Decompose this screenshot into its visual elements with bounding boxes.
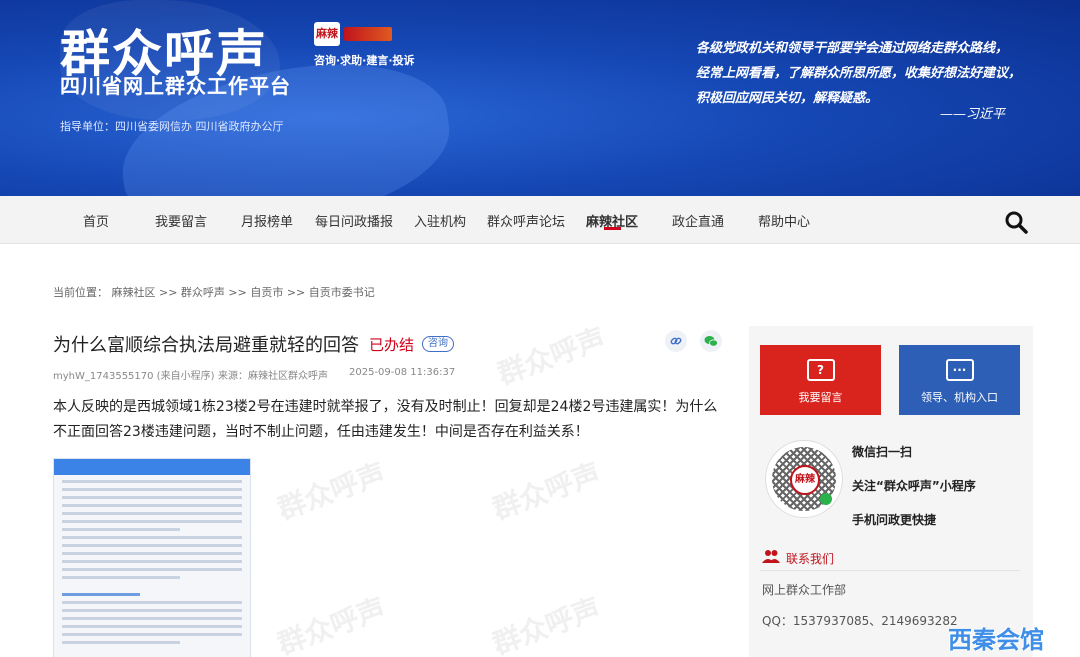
- nav-item-daily-report[interactable]: 每日问政播报: [315, 211, 393, 230]
- quote-text: 各级党政机关和领导干部要学会通过网络走群众路线， 经常上网看看，了解群众所思所愿…: [696, 36, 1046, 111]
- leave-message-label: 我要留言: [798, 391, 843, 404]
- watermark: 群众呼声: [488, 456, 605, 527]
- logo-strip: [344, 27, 392, 41]
- quote-line: 各级党政机关和领导干部要学会通过网络走群众路线，: [696, 41, 1009, 56]
- article-time: 2025-09-08 11:36:37: [349, 367, 456, 378]
- scan-line-2: 关注“群众呼声”小程序: [852, 479, 976, 493]
- watermark: 群众呼声: [488, 591, 605, 657]
- watermark: 群众呼声: [493, 321, 610, 392]
- corner-logo: 西秦会馆: [948, 626, 1044, 654]
- quote-author: ——习近平: [940, 107, 1006, 122]
- status-badge: 已办结: [369, 336, 415, 354]
- nav-item-enterprise[interactable]: 政企直通: [672, 211, 724, 230]
- scan-line-1: 微信扫一扫: [852, 445, 913, 459]
- org-name: 网上群众工作部: [762, 583, 847, 597]
- nav-active-underline: [604, 227, 621, 230]
- type-badge: 咨询: [422, 336, 454, 352]
- article-title: 为什么富顺综合执法局避重就轻的回答: [53, 335, 359, 356]
- leader-entry-label: 领导、机构入口: [921, 391, 998, 404]
- article-body: 本人反映的是西城领域1栋23楼2号在违建时就举报了，没有及时制止！回复却是24楼…: [53, 399, 718, 440]
- nav-item-help[interactable]: 帮助中心: [758, 211, 810, 230]
- qq-contacts: QQ：1537937085、2149693282: [762, 614, 958, 628]
- attached-screenshot-image[interactable]: [53, 458, 251, 657]
- scan-line-3: 手机问政更快捷: [852, 513, 937, 527]
- contact-people-icon: [762, 550, 780, 563]
- contact-us-title: 联系我们: [786, 552, 835, 566]
- site-subtitle: 四川省网上群众工作平台: [60, 74, 291, 98]
- breadcrumb[interactable]: 当前位置： 麻辣社区 >> 群众呼声 >> 自贡市 >> 自贡市委书记: [53, 284, 375, 300]
- mala-logo-icon: 麻辣: [314, 22, 340, 46]
- wechat-badge-icon: [820, 493, 832, 505]
- nav-item-message[interactable]: 我要留言: [155, 211, 207, 230]
- nav-item-forum[interactable]: 群众呼声论坛: [487, 211, 565, 230]
- main-nav: 首页 我要留言 月报榜单 每日问政播报 入驻机构 群众呼声论坛 麻辣社区 政企直…: [0, 196, 1080, 244]
- link-share-icon[interactable]: [665, 330, 687, 352]
- chat-icon: ···: [945, 359, 974, 381]
- site-tags: 咨询·求助·建言·投诉: [314, 54, 415, 67]
- message-icon: ?: [806, 359, 835, 381]
- watermark: 群众呼声: [273, 456, 390, 527]
- wechat-share-icon[interactable]: [700, 330, 722, 352]
- watermark: 群众呼声: [273, 591, 390, 657]
- article-source: 来源：麻辣社区群众呼声: [218, 371, 328, 382]
- leave-message-button[interactable]: ? 我要留言: [760, 345, 881, 415]
- search-icon[interactable]: [1004, 210, 1028, 234]
- sidebar-divider: [760, 570, 1020, 571]
- author-name: myhW_1743555170 (来自小程序): [53, 371, 215, 382]
- quote-line: 经常上网看看，了解群众所思所愿，收集好想法好建议，: [696, 66, 1022, 81]
- qr-logo: 麻辣: [790, 465, 820, 495]
- nav-item-monthly-ranking[interactable]: 月报榜单: [241, 211, 293, 230]
- miniprogram-qr-code: 麻辣: [765, 440, 843, 518]
- leader-entry-button[interactable]: ··· 领导、机构入口: [899, 345, 1020, 415]
- nav-item-home[interactable]: 首页: [83, 211, 109, 230]
- nav-item-institutions[interactable]: 入驻机构: [414, 211, 466, 230]
- guide-units: 指导单位：四川省委网信办 四川省政府办公厅: [60, 120, 284, 133]
